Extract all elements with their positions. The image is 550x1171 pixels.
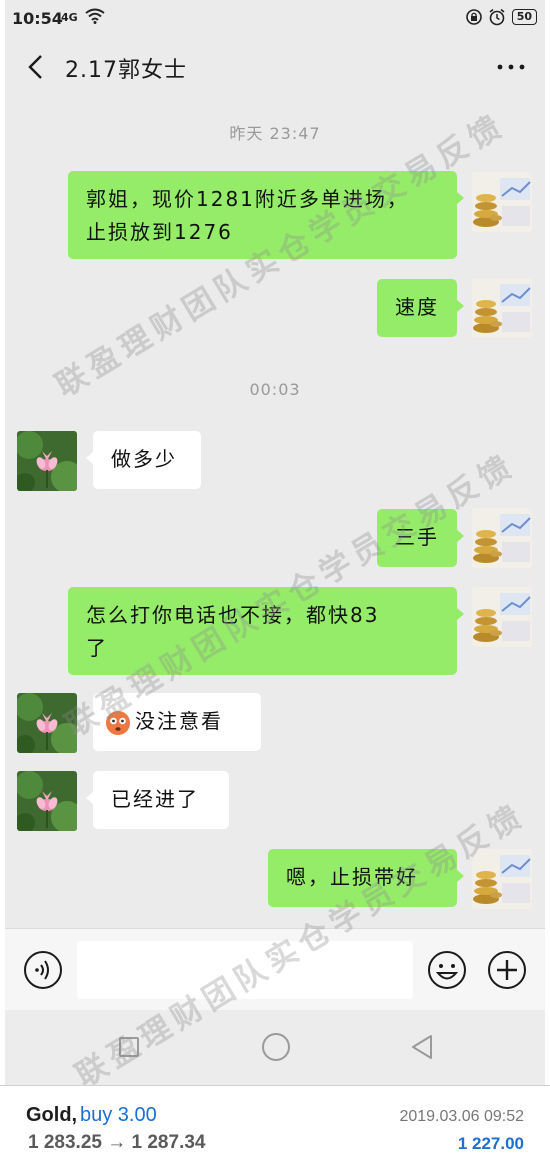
message-line: 了 xyxy=(86,636,108,660)
message-line: 郭姐，现价1281附近多单进场， xyxy=(86,187,409,211)
message-line: 怎么打你电话也不接，都快83 xyxy=(86,603,380,627)
my-avatar[interactable] xyxy=(472,172,532,232)
my-avatar[interactable] xyxy=(472,508,532,568)
status-bar: 10:54 4G 50 xyxy=(5,0,545,36)
network-indicator: 4G xyxy=(61,11,78,24)
nav-back-icon[interactable] xyxy=(409,1033,435,1061)
message-text: 没注意看 xyxy=(135,709,223,733)
message-bubble-received[interactable]: 已经进了 xyxy=(86,771,229,829)
recent-apps-icon[interactable] xyxy=(119,1037,139,1057)
plus-menu-icon[interactable] xyxy=(487,950,527,990)
trade-datetime: 2019.03.06 09:52 xyxy=(399,1108,524,1125)
my-avatar[interactable] xyxy=(472,587,532,647)
system-nav-bar xyxy=(5,1010,545,1085)
my-avatar[interactable] xyxy=(472,278,532,338)
chat-header: 2.17郭女士 xyxy=(5,36,545,100)
more-options-icon[interactable] xyxy=(493,52,529,82)
message-bubble-sent[interactable]: 嗯，止损带好 xyxy=(268,849,464,907)
message-bubble-sent[interactable]: 速度 xyxy=(377,279,464,337)
trade-action: buy 3.00 xyxy=(80,1104,157,1126)
message-line: 止损放到1276 xyxy=(86,220,233,244)
phone-screen: 10:54 4G 50 2.17郭女士 昨天 23:47 郭姐，现价1281附近… xyxy=(5,0,545,1085)
flushed-face-emoji-icon xyxy=(106,710,130,735)
message-bubble-sent[interactable]: 怎么打你电话也不接，都快83 了 xyxy=(68,587,464,675)
emoji-picker-icon[interactable] xyxy=(427,950,467,990)
message-bubble-sent[interactable]: 郭姐，现价1281附近多单进场， 止损放到1276 xyxy=(68,171,464,259)
alarm-icon xyxy=(489,8,505,26)
message-bubble-sent[interactable]: 三手 xyxy=(377,509,464,567)
chat-timestamp: 00:03 xyxy=(249,380,301,399)
my-avatar[interactable] xyxy=(472,849,532,909)
contact-avatar[interactable] xyxy=(17,431,77,491)
status-time: 10:54 xyxy=(12,9,63,28)
message-bubble-received[interactable]: 做多少 xyxy=(86,431,201,489)
wifi-icon xyxy=(85,8,105,24)
voice-input-icon[interactable] xyxy=(23,950,63,990)
back-arrow-icon[interactable] xyxy=(21,52,51,82)
trade-price-range: 1 283.25 → 1 287.34 xyxy=(28,1132,206,1153)
battery-indicator: 50 xyxy=(511,9,537,25)
lock-icon xyxy=(465,9,482,25)
contact-avatar[interactable] xyxy=(17,771,77,831)
chat-timestamp: 昨天 23:47 xyxy=(229,124,321,143)
trade-profit: 1 227.00 xyxy=(457,1134,524,1153)
trade-summary: Gold, buy 3.00 1 283.25 → 1 287.34 2019.… xyxy=(0,1085,550,1171)
message-text-input[interactable] xyxy=(77,941,413,999)
chat-title: 2.17郭女士 xyxy=(65,58,187,83)
message-input-bar xyxy=(5,928,545,1010)
home-icon[interactable] xyxy=(262,1033,290,1061)
contact-avatar[interactable] xyxy=(17,693,77,753)
trade-asset: Gold, xyxy=(26,1104,78,1126)
message-bubble-received[interactable]: 没注意看 xyxy=(86,693,261,751)
